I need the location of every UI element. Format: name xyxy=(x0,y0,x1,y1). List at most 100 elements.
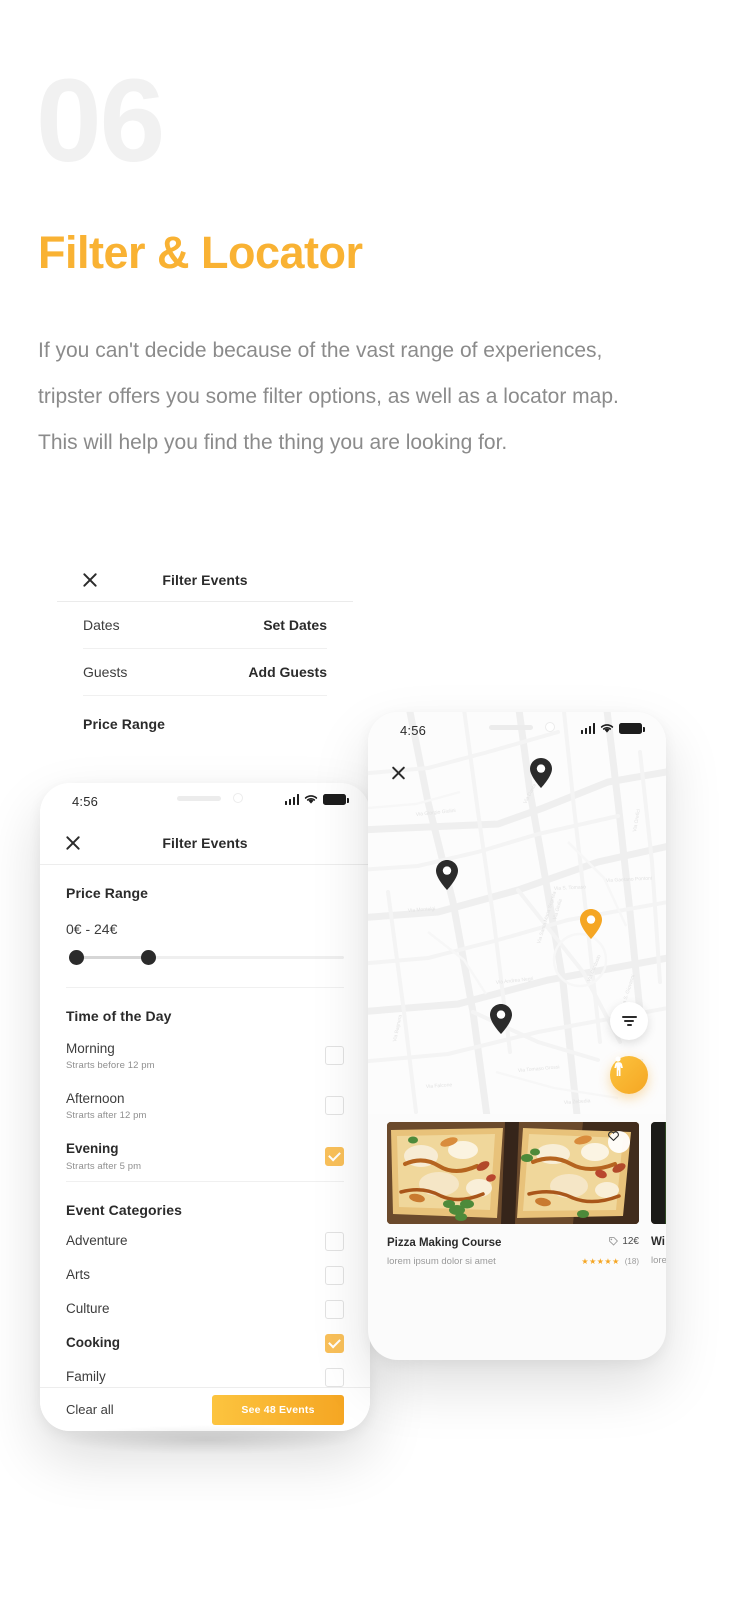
speaker-grille xyxy=(489,725,533,730)
event-card-2-line2: lore xyxy=(651,1255,666,1266)
intro-line-2: tripster offers you some filter options,… xyxy=(38,385,619,408)
checkbox-culture[interactable] xyxy=(325,1299,344,1319)
event-card-1-subtitle: lorem ipsum dolor si amet xyxy=(387,1256,496,1267)
filter-header: Filter Events xyxy=(40,821,370,865)
row-guests-action[interactable]: Add Guests xyxy=(248,664,327,680)
see-events-button[interactable]: See 48 Events xyxy=(212,1394,344,1425)
checkbox-evening[interactable] xyxy=(325,1146,344,1166)
wifi-icon xyxy=(304,794,318,805)
time-option-afternoon-label: Afternoon xyxy=(66,1091,125,1107)
event-card-2[interactable]: Wi lore xyxy=(651,1122,666,1360)
checkbox-morning[interactable] xyxy=(325,1046,344,1066)
event-cards-carousel[interactable]: Pizza Making Course 12€ lorem ipsum dolo… xyxy=(368,1122,666,1360)
category-family-label: Family xyxy=(66,1369,106,1385)
row-dates-action[interactable]: Set Dates xyxy=(263,617,327,633)
category-adventure-label: Adventure xyxy=(66,1233,128,1249)
phone-map: Via Giorgio Giulini Via Montelgi Via Dan… xyxy=(368,712,666,1360)
status-icons xyxy=(580,723,645,734)
page-title: Filter & Locator xyxy=(38,227,363,278)
section-time-of-day: Time of the Day xyxy=(66,1008,172,1024)
category-arts[interactable]: Arts xyxy=(66,1258,344,1292)
event-card-1-price-value: 12€ xyxy=(622,1236,639,1247)
status-bar-filter: 4:56 xyxy=(40,783,370,821)
event-card-1-title: Pizza Making Course xyxy=(387,1237,502,1249)
close-icon[interactable] xyxy=(390,764,407,781)
filter-lines-icon[interactable] xyxy=(610,1002,648,1040)
checkbox-arts[interactable] xyxy=(325,1265,344,1285)
event-card-2-line1: Wi xyxy=(651,1236,666,1248)
price-range-slider[interactable] xyxy=(66,943,344,973)
section-number: 06 xyxy=(36,55,165,187)
time-option-afternoon-text: Afternoon Strarts after 12 pm xyxy=(66,1090,147,1121)
status-time: 4:56 xyxy=(400,723,427,738)
time-option-morning-sub: Strarts before 12 pm xyxy=(66,1060,155,1072)
filter-body-back: Dates Set Dates Guests Add Guests Price … xyxy=(57,602,353,738)
time-option-evening-label: Evening xyxy=(66,1141,119,1157)
time-option-afternoon[interactable]: Afternoon Strarts after 12 pm xyxy=(66,1080,344,1130)
pedestrian-icon[interactable] xyxy=(610,1056,648,1094)
filter-title-back: Filter Events xyxy=(162,571,248,588)
time-option-morning[interactable]: Morning Strarts before 12 pm xyxy=(66,1030,344,1080)
cellular-bars-icon xyxy=(580,723,595,734)
clear-all-button[interactable]: Clear all xyxy=(66,1402,114,1417)
price-range-value: 0€ - 24€ xyxy=(66,921,118,937)
battery-full-icon xyxy=(619,723,645,734)
section-price-range-back: Price Range xyxy=(83,716,166,732)
row-dates[interactable]: Dates Set Dates xyxy=(83,602,327,649)
phone-drop-shadow xyxy=(60,1425,352,1455)
category-arts-label: Arts xyxy=(66,1267,91,1283)
star-rating-icon: ★★★★★ xyxy=(581,1257,620,1266)
category-culture[interactable]: Culture xyxy=(66,1292,344,1326)
front-camera xyxy=(233,793,243,803)
time-option-evening-text: Evening Strarts after 5 pm xyxy=(66,1140,141,1171)
speaker-grille xyxy=(177,796,221,801)
intro-line-1: If you can't decide because of the vast … xyxy=(38,339,603,362)
filter-lines-glyph xyxy=(621,1014,637,1028)
checkbox-afternoon[interactable] xyxy=(325,1096,344,1116)
wifi-icon xyxy=(600,723,614,734)
front-camera xyxy=(545,722,555,732)
category-cooking[interactable]: Cooking xyxy=(66,1326,344,1360)
filter-header-back: Filter Events xyxy=(57,558,353,602)
time-option-evening[interactable]: Evening Strarts after 5 pm xyxy=(66,1130,344,1182)
event-card-1-rating: ★★★★★ (18) xyxy=(581,1257,639,1266)
checkbox-adventure[interactable] xyxy=(325,1231,344,1251)
battery-full-icon xyxy=(323,794,349,805)
time-option-afternoon-sub: Strarts after 12 pm xyxy=(66,1110,147,1122)
category-adventure[interactable]: Adventure xyxy=(66,1224,344,1258)
map-streets: Via Giorgio Giulini Via Montelgi Via Dan… xyxy=(368,712,666,1114)
heart-icon[interactable] xyxy=(608,1131,630,1153)
intro-paragraph: If you can't decide because of the vast … xyxy=(38,328,718,466)
filter-body: Price Range 0€ - 24€ Time of the Day Mor… xyxy=(40,865,370,1428)
greens-photo xyxy=(651,1122,666,1224)
event-card-1[interactable]: Pizza Making Course 12€ lorem ipsum dolo… xyxy=(387,1122,639,1360)
time-option-evening-sub: Strarts after 5 pm xyxy=(66,1160,142,1172)
row-dates-label: Dates xyxy=(83,617,120,633)
event-card-1-line2: lorem ipsum dolor si amet ★★★★★ (18) xyxy=(387,1256,639,1267)
checkbox-cooking[interactable] xyxy=(325,1333,344,1353)
time-option-morning-text: Morning Strarts before 12 pm xyxy=(66,1040,155,1071)
intro-line-3: This will help you find the thing you ar… xyxy=(38,431,508,454)
map-pin-4[interactable] xyxy=(490,1004,512,1034)
range-max-handle[interactable] xyxy=(141,950,156,965)
status-icons xyxy=(284,794,349,805)
event-card-1-price: 12€ xyxy=(609,1236,639,1247)
time-option-morning-label: Morning xyxy=(66,1041,115,1056)
row-guests[interactable]: Guests Add Guests xyxy=(83,649,327,696)
map-pin-1[interactable] xyxy=(530,758,552,788)
map-pin-2[interactable] xyxy=(436,860,458,890)
status-bar-map: 4:56 xyxy=(368,712,666,750)
event-card-2-subtitle: lore xyxy=(651,1255,666,1266)
checkbox-family[interactable] xyxy=(325,1367,344,1387)
category-culture-label: Culture xyxy=(66,1301,110,1317)
slider-fill xyxy=(76,956,148,959)
map-pin-3-active[interactable] xyxy=(580,909,602,939)
tag-icon xyxy=(609,1237,619,1246)
status-time: 4:56 xyxy=(72,794,99,809)
map-canvas[interactable]: Via Giorgio Giulini Via Montelgi Via Dan… xyxy=(368,712,666,1114)
event-card-1-line1: Pizza Making Course 12€ xyxy=(387,1236,639,1249)
range-min-handle[interactable] xyxy=(69,950,84,965)
event-card-2-title: Wi xyxy=(651,1236,665,1248)
page-root: 06 Filter & Locator If you can't decide … xyxy=(0,0,750,1624)
section-event-categories: Event Categories xyxy=(66,1201,182,1218)
